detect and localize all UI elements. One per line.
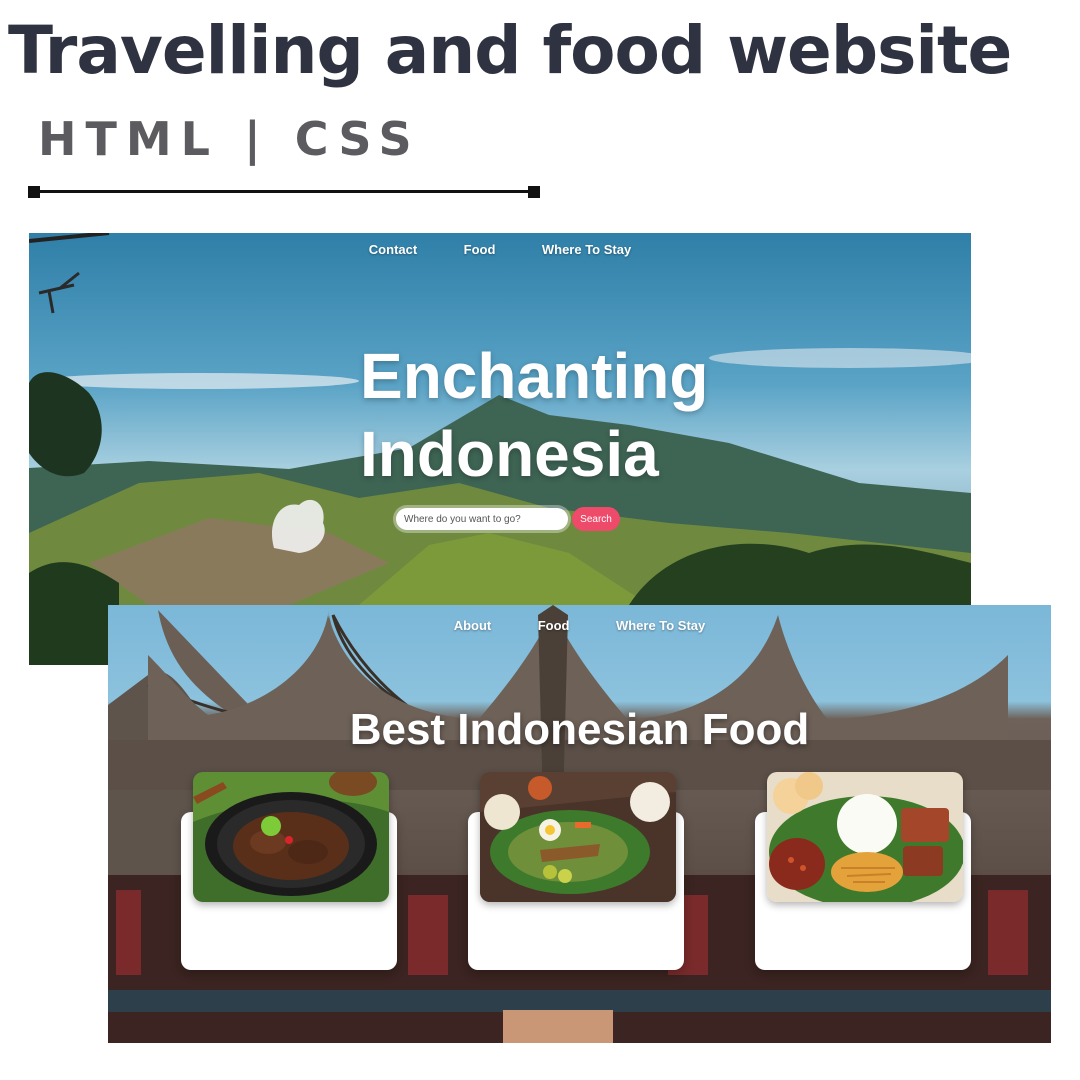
page-subtitle: HTML | CSS [38,112,421,166]
food-nav: About Food Where To Stay [108,617,1051,635]
gado-gado-dish-photo [480,772,676,902]
search-button[interactable]: Search [572,507,620,531]
travel-nav: Contact Food Where To Stay [29,241,971,259]
rendang-dish-photo [193,772,389,902]
search-input[interactable] [396,508,568,530]
underline-right-cap [528,186,540,198]
hero-title-line1: Enchanting [360,340,709,412]
hero-title: Enchanting Indonesia [360,337,708,493]
title-underline [34,190,534,193]
hero-title-line2: Indonesia [360,418,659,490]
travel-hero-screenshot: Contact Food Where To Stay Enchanting In… [29,233,971,665]
nav-food[interactable]: Food [538,618,570,633]
food-title: Best Indonesian Food [349,705,810,754]
nav-about[interactable]: About [454,618,492,633]
search-bar: Search [396,507,620,531]
nasi-campur-dish-photo [767,772,963,902]
nav-contact[interactable]: Contact [369,242,417,257]
nav-where-to-stay[interactable]: Where To Stay [616,618,705,633]
nav-food[interactable]: Food [464,242,496,257]
nav-where-to-stay[interactable]: Where To Stay [542,242,631,257]
page-title: Travelling and food website [8,12,1012,89]
food-page-screenshot: About Food Where To Stay Best Indonesian… [108,605,1051,1043]
